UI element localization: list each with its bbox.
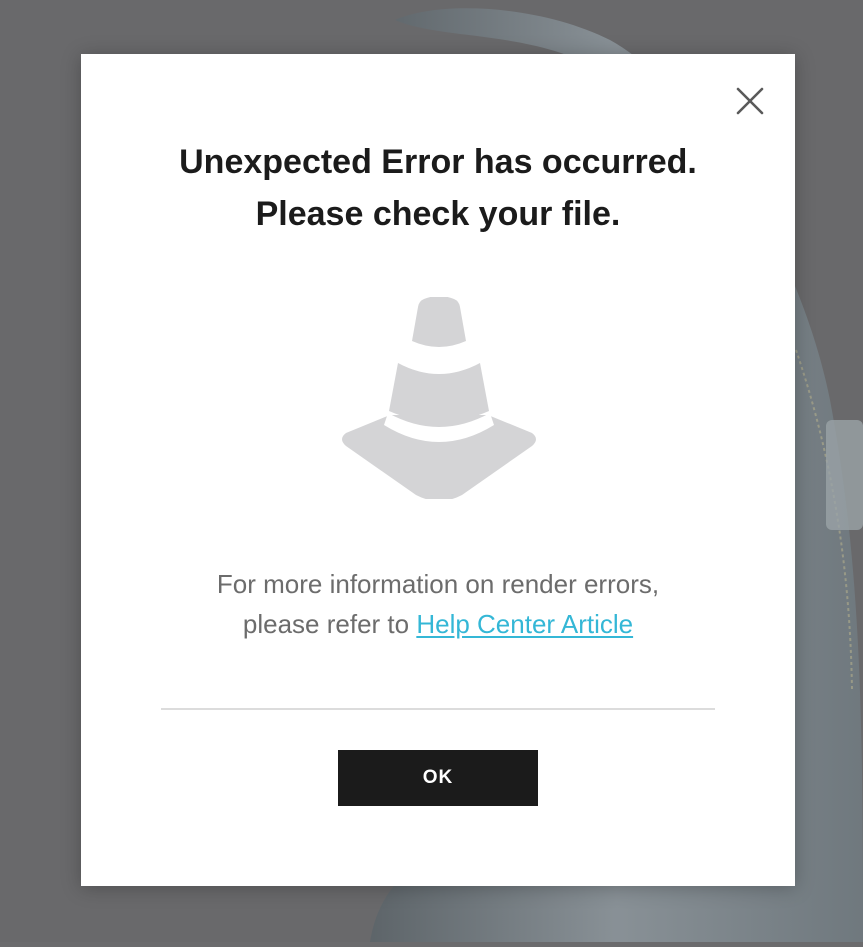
dialog-title-line-2: Please check your file. — [255, 195, 621, 233]
close-icon — [736, 87, 764, 115]
traffic-cone-icon — [338, 296, 540, 501]
ok-button[interactable]: OK — [338, 750, 538, 806]
help-center-article-link[interactable]: Help Center Article — [416, 609, 633, 639]
dialog-title-line-1: Unexpected Error has occurred. — [179, 143, 697, 181]
info-text: For more information on render errors, p… — [121, 564, 755, 644]
error-dialog: Unexpected Error has occurred. Please ch… — [81, 54, 795, 886]
info-line-2: please refer to Help Center Article — [121, 604, 755, 644]
close-button[interactable] — [735, 86, 765, 116]
info-line-2-prefix: please refer to — [242, 609, 417, 639]
divider — [161, 708, 715, 710]
info-line-1: For more information on render errors, — [216, 569, 660, 599]
dialog-title: Unexpected Error has occurred. Please ch… — [121, 136, 755, 240]
